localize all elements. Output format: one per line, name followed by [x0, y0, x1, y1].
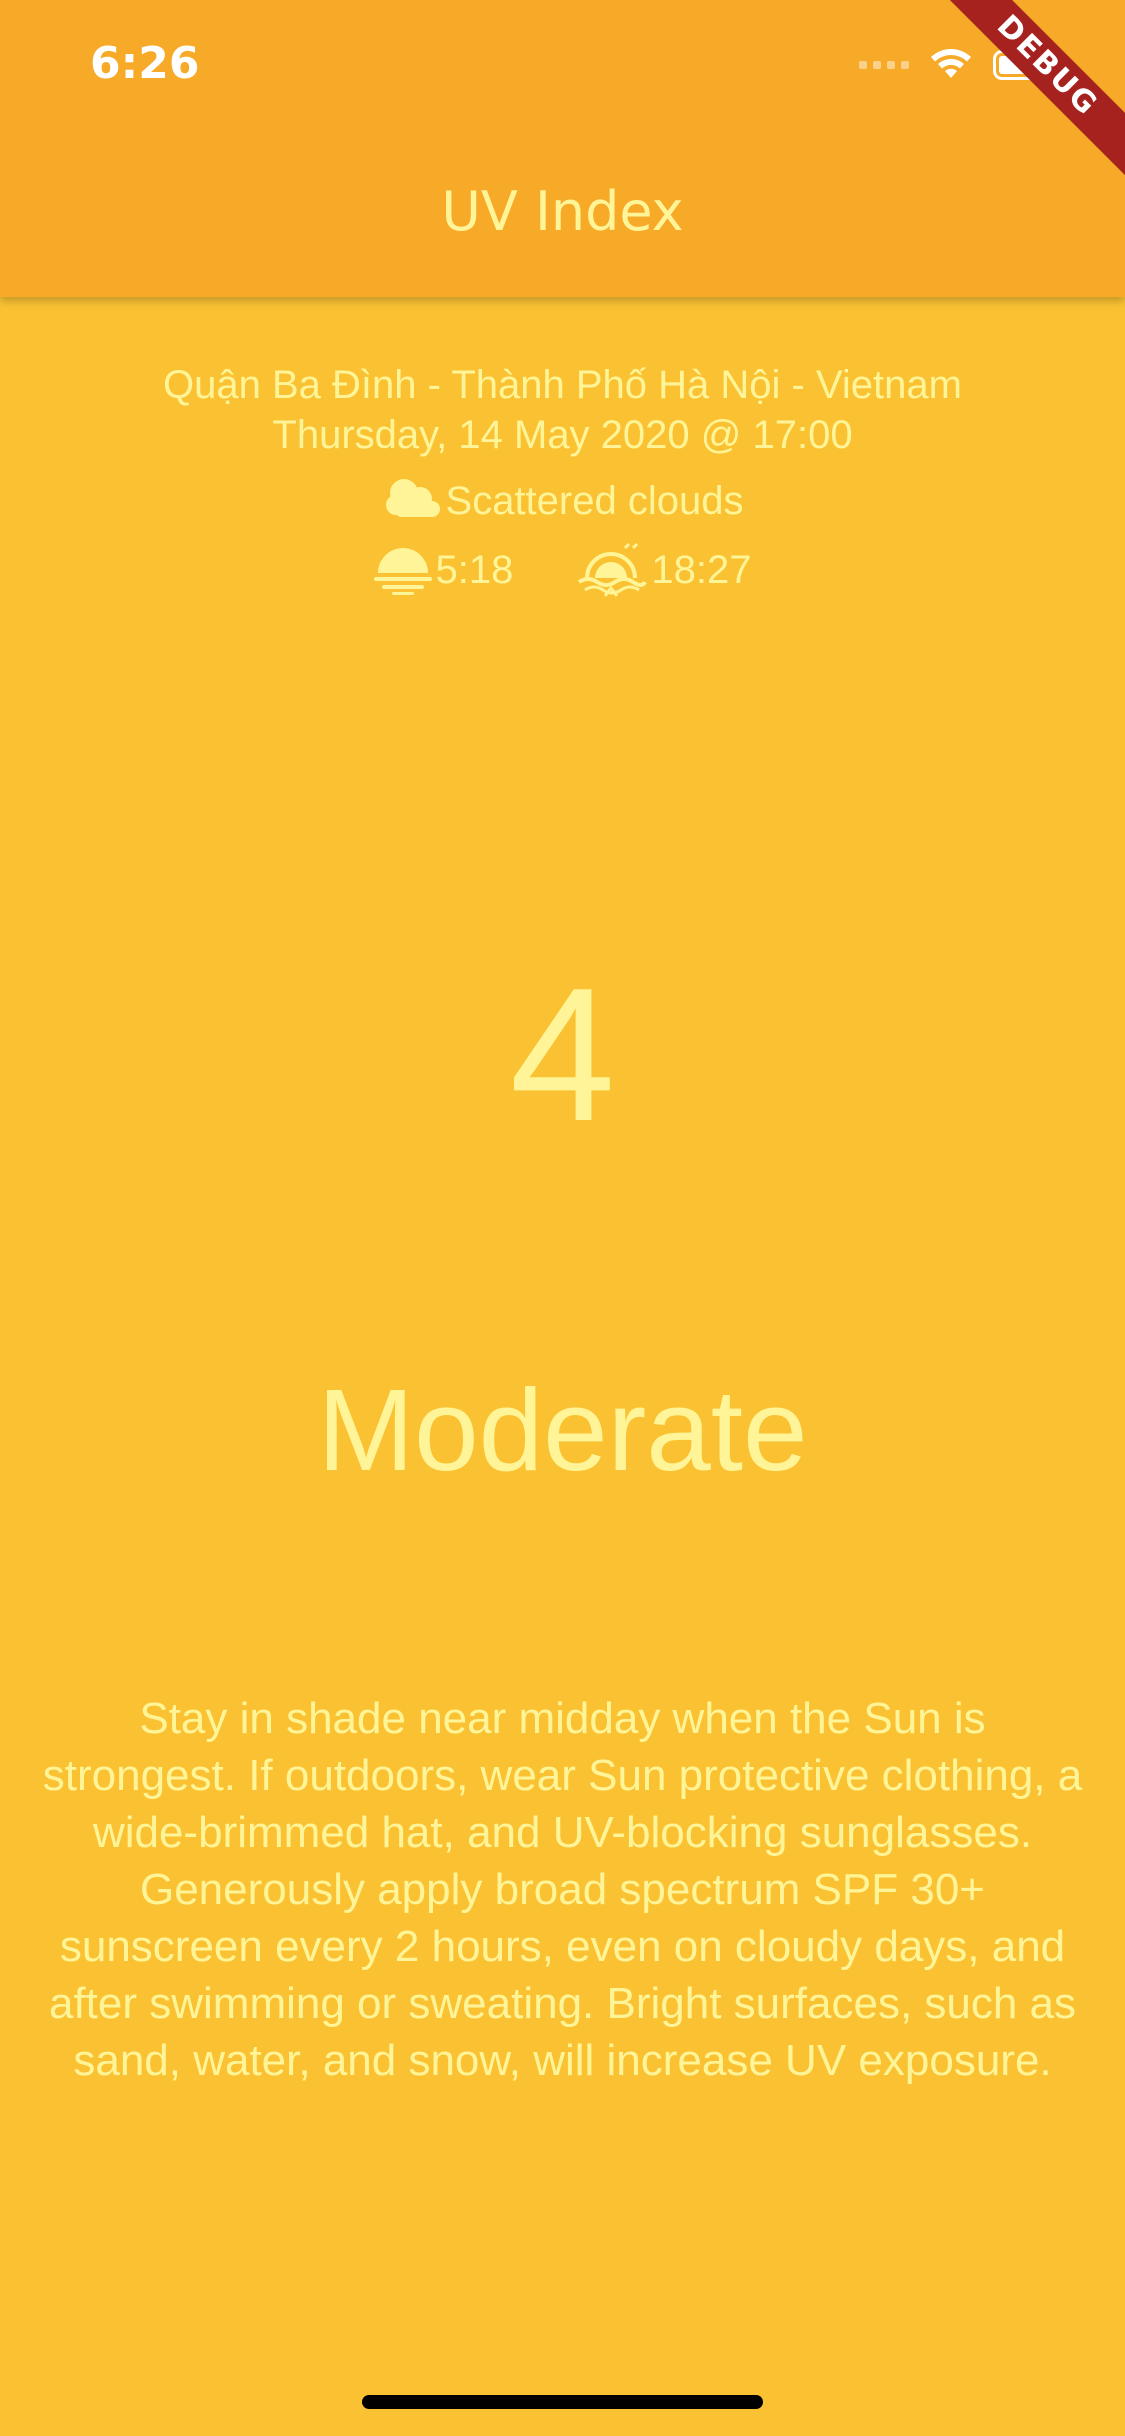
debug-banner-label: DEBUG	[925, 0, 1125, 188]
uv-advice-text: Stay in shade near midday when the Sun i…	[42, 1694, 1083, 2085]
sunset-icon	[578, 542, 648, 597]
sunrise-time: 5:18	[435, 548, 514, 592]
cellular-signal-icon	[859, 61, 909, 69]
observation-datetime: Thursday, 14 May 2020 @ 17:00	[272, 413, 853, 457]
home-indicator[interactable]	[362, 2395, 763, 2409]
sunset-time: 18:27	[651, 548, 752, 592]
weather-condition: Scattered clouds	[0, 476, 1125, 526]
sunrise-info: 5:18	[373, 545, 514, 595]
cloud-icon	[385, 479, 440, 517]
sunrise-icon	[373, 548, 432, 595]
uv-index-value: 4	[509, 949, 616, 1161]
debug-banner: DEBUG	[925, 0, 1125, 200]
uv-risk-level: Moderate	[317, 1365, 808, 1495]
sunset-info: 18:27	[575, 542, 751, 598]
weather-description: Scattered clouds	[445, 479, 744, 523]
sun-times: 5:18 18:27	[0, 542, 1125, 598]
location-name: Quận Ba Đình - Thành Phố Hà Nội - Vietna…	[163, 363, 962, 407]
status-bar-time: 6:26	[90, 38, 200, 89]
